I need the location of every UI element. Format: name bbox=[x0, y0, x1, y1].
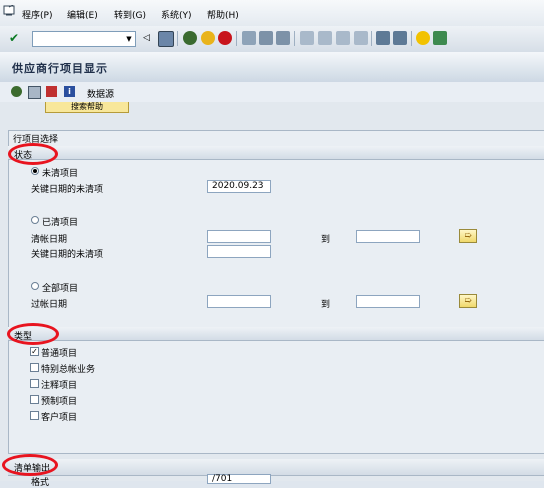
clearing-date-label: 清帐日期 bbox=[31, 235, 68, 245]
find-icon[interactable] bbox=[259, 31, 273, 45]
execute-icon[interactable] bbox=[11, 86, 22, 97]
all-items-radio[interactable] bbox=[31, 282, 39, 290]
layout-label: 格式 bbox=[31, 478, 50, 488]
new-session-icon[interactable] bbox=[376, 31, 390, 45]
noted-items-label: 注释项目 bbox=[41, 381, 78, 391]
enter-check-icon[interactable]: ✔ bbox=[9, 31, 23, 45]
save-variant-icon[interactable] bbox=[28, 86, 41, 99]
multiple-selection-arrow-icon[interactable]: ➯ bbox=[459, 294, 477, 308]
posting-date-label: 过帐日期 bbox=[31, 300, 68, 310]
red-highlight-circle bbox=[8, 143, 58, 165]
noted-items-checkbox[interactable] bbox=[30, 379, 39, 388]
menu-edit[interactable]: 编辑(E) bbox=[67, 8, 98, 21]
back-arrow-icon[interactable]: ◁ bbox=[143, 31, 157, 45]
cleared-items-radio[interactable] bbox=[31, 216, 39, 224]
next-page-icon[interactable] bbox=[336, 31, 350, 45]
selection-options-icon[interactable] bbox=[46, 86, 57, 97]
toolbar-separator bbox=[294, 31, 295, 46]
save-icon[interactable] bbox=[158, 31, 174, 47]
line-item-selection-group: 行项目选择 bbox=[8, 130, 544, 454]
open-items-label: 未清项目 bbox=[42, 169, 79, 179]
page-title: 供应商行项目显示 bbox=[12, 62, 108, 75]
list-output-section-header: 清单输出 bbox=[8, 459, 544, 476]
cancel-red-icon[interactable] bbox=[218, 31, 232, 45]
multiple-selection-arrow-icon[interactable]: ➯ bbox=[459, 229, 477, 243]
toolbar-separator bbox=[371, 31, 372, 46]
first-page-icon[interactable] bbox=[300, 31, 314, 45]
back-green-icon[interactable] bbox=[183, 31, 197, 45]
find-next-icon[interactable] bbox=[276, 31, 290, 45]
cleared-key-date-label: 关键日期的未清项 bbox=[31, 250, 104, 260]
cleared-key-date-input[interactable] bbox=[207, 245, 271, 258]
menu-goto[interactable]: 转到(G) bbox=[114, 8, 146, 21]
red-highlight-circle bbox=[7, 323, 59, 345]
toolbar-separator bbox=[177, 31, 178, 46]
status-section-header: 状态 bbox=[8, 146, 544, 161]
parked-items-label: 预制项目 bbox=[41, 397, 78, 407]
application-toolbar: i 数据源 bbox=[0, 82, 544, 102]
screen-icon[interactable] bbox=[3, 5, 15, 17]
clearing-date-from-input[interactable] bbox=[207, 230, 271, 243]
standard-toolbar: ✔ ▼ ◁ bbox=[0, 26, 544, 53]
menu-bar: 程序(P) 编辑(E) 转到(G) 系统(Y) 帮助(H) bbox=[0, 0, 544, 26]
search-help-button[interactable]: 搜索帮助 bbox=[45, 102, 129, 113]
open-key-date-label: 关键日期的未清项 bbox=[31, 185, 104, 195]
cleared-items-label: 已清项目 bbox=[42, 218, 79, 228]
posting-date-from-input[interactable] bbox=[207, 295, 271, 308]
to-label: 到 bbox=[321, 235, 331, 245]
clearing-date-to-input[interactable] bbox=[356, 230, 420, 243]
type-section-header: 类型 bbox=[8, 327, 544, 342]
menu-help[interactable]: 帮助(H) bbox=[207, 8, 239, 21]
toolbar-separator bbox=[411, 31, 412, 46]
customer-items-label: 客户项目 bbox=[41, 413, 78, 423]
info-icon[interactable]: i bbox=[64, 86, 75, 97]
data-source-button[interactable]: 数据源 bbox=[87, 87, 114, 100]
chevron-down-icon[interactable]: ▼ bbox=[123, 32, 135, 46]
toolbar-separator bbox=[236, 31, 237, 46]
to-label: 到 bbox=[321, 300, 331, 310]
open-key-date-input[interactable]: 2020.09.23 bbox=[207, 180, 271, 193]
menu-program[interactable]: 程序(P) bbox=[22, 8, 52, 21]
layout-menu-icon[interactable] bbox=[433, 31, 447, 45]
normal-items-label: 普通项目 bbox=[41, 349, 78, 359]
shortcut-icon[interactable] bbox=[393, 31, 407, 45]
parked-items-checkbox[interactable] bbox=[30, 395, 39, 404]
title-bar: 供应商行项目显示 bbox=[0, 52, 544, 83]
print-icon[interactable] bbox=[242, 31, 256, 45]
layout-input[interactable]: /701 bbox=[207, 474, 271, 484]
exit-yellow-icon[interactable] bbox=[201, 31, 215, 45]
help-icon[interactable] bbox=[416, 31, 430, 45]
posting-date-to-input[interactable] bbox=[356, 295, 420, 308]
special-gl-label: 特别总帐业务 bbox=[41, 365, 96, 375]
special-gl-checkbox[interactable] bbox=[30, 363, 39, 372]
normal-items-checkbox[interactable]: ✓ bbox=[30, 347, 39, 356]
menu-system[interactable]: 系统(Y) bbox=[161, 8, 192, 21]
red-highlight-circle bbox=[2, 454, 58, 476]
command-field[interactable]: ▼ bbox=[32, 31, 136, 47]
open-items-radio[interactable] bbox=[31, 167, 39, 175]
previous-page-icon[interactable] bbox=[318, 31, 332, 45]
customer-items-checkbox[interactable] bbox=[30, 411, 39, 420]
last-page-icon[interactable] bbox=[354, 31, 368, 45]
all-items-label: 全部项目 bbox=[42, 284, 79, 294]
